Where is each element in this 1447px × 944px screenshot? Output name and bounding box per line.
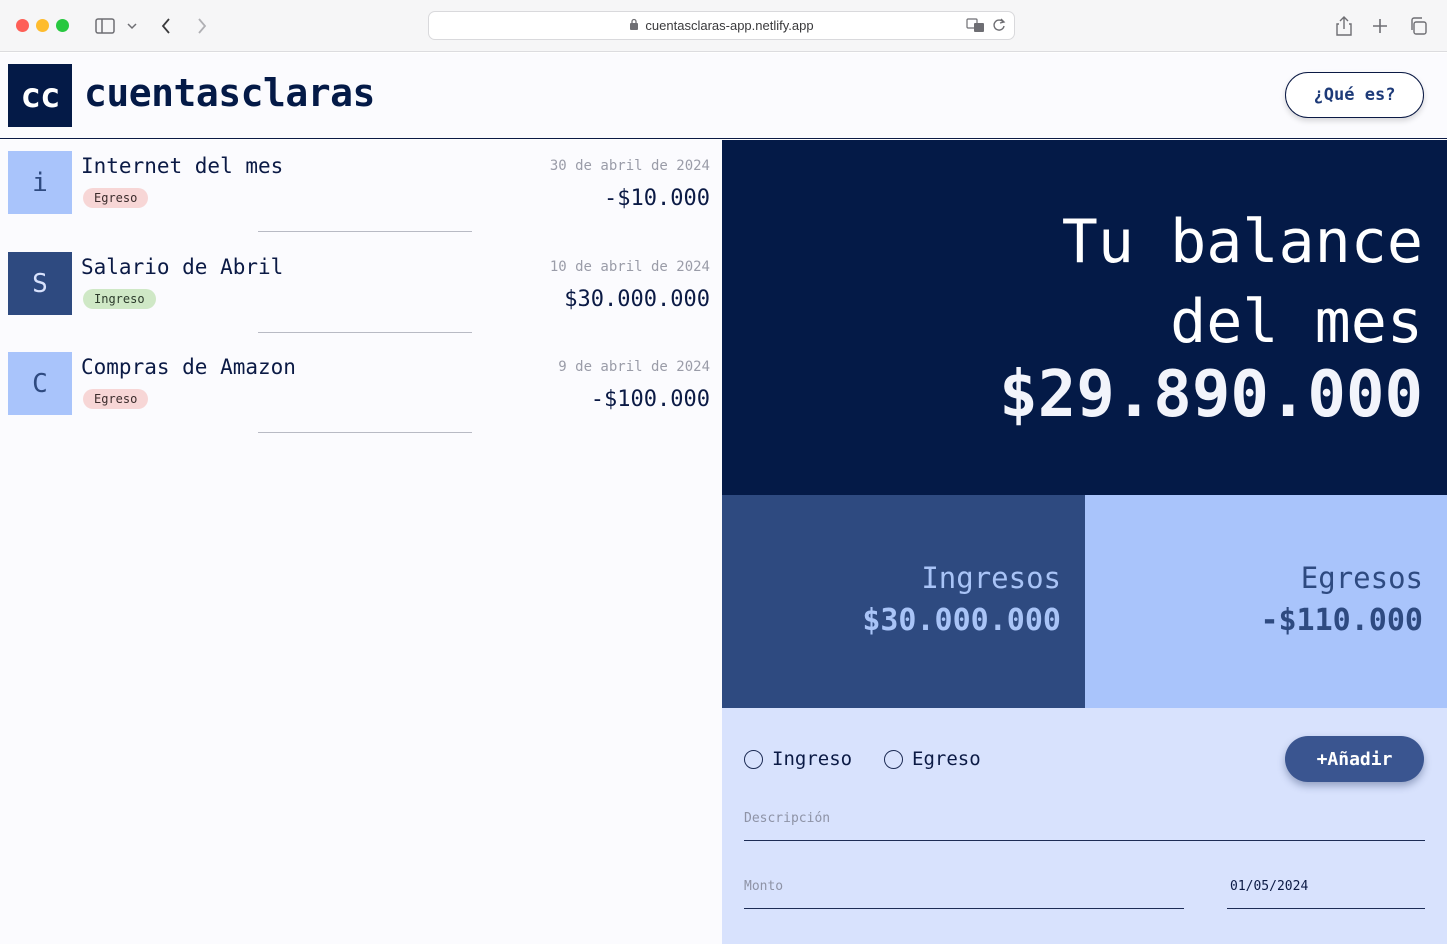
forward-arrow-icon[interactable] [190,14,214,38]
balance-amount: $29.890.000 [999,358,1423,432]
chevron-down-icon[interactable] [120,14,144,38]
transaction-description: Compras de Amazon [81,355,296,379]
date-field[interactable]: 01/05/2024 [1227,879,1425,909]
app-name: cuentasclaras [84,71,375,115]
sidebar-icon[interactable] [93,14,117,38]
app-header: cc cuentasclaras ¿Qué es? [0,53,1447,139]
back-arrow-icon[interactable] [154,14,178,38]
url-text: cuentasclaras-app.netlify.app [645,18,814,33]
divider [258,332,472,333]
transaction-description: Internet del mes [81,154,284,178]
amount-field[interactable]: Monto [744,879,1184,909]
expense-value: -$110.000 [1260,603,1423,638]
lock-icon [629,18,639,33]
transaction-amount: $30.000.000 [564,287,710,312]
tabs-overview-icon[interactable] [1406,14,1430,38]
what-is-button[interactable]: ¿Qué es? [1285,72,1424,118]
browser-toolbar: cuentasclaras-app.netlify.app [0,0,1447,52]
divider [258,231,472,232]
logo[interactable]: cc [8,64,72,127]
translate-icon[interactable] [966,17,986,36]
expense-label: Egresos [1300,561,1423,595]
address-bar[interactable]: cuentasclaras-app.netlify.app [428,11,1015,40]
list-item[interactable]: i Internet del mes Egreso 30 de abril de… [0,140,722,241]
new-tab-icon[interactable] [1368,14,1392,38]
type-badge: Egreso [83,188,149,208]
reload-icon[interactable] [992,17,1006,36]
transaction-date: 30 de abril de 2024 [549,158,710,174]
transaction-list: i Internet del mes Egreso 30 de abril de… [0,140,722,944]
avatar: i [8,151,72,214]
radio-income[interactable]: Ingreso [744,748,852,770]
radio-circle[interactable] [884,749,903,769]
avatar: C [8,352,72,415]
transaction-description: Salario de Abril [81,255,284,279]
balance-title-line2: del mes [1170,287,1423,357]
income-card: Ingresos $30.000.000 [722,495,1085,708]
transaction-amount: -$100.000 [590,387,710,412]
balance-panel: Tu balance del mes $29.890.000 [722,140,1447,495]
balance-title-line1: Tu balance [1061,207,1423,277]
close-window-button[interactable] [16,19,29,32]
avatar: S [8,252,72,315]
transaction-amount: -$10.000 [604,186,710,211]
radio-expense[interactable]: Egreso [884,748,981,770]
type-badge: Egreso [83,389,149,409]
list-item[interactable]: S Salario de Abril Ingreso 10 de abril d… [0,241,722,342]
radio-expense-label: Egreso [912,748,981,770]
transaction-date: 10 de abril de 2024 [549,259,710,275]
list-item[interactable]: C Compras de Amazon Egreso 9 de abril de… [0,341,722,442]
expense-card: Egresos -$110.000 [1085,495,1447,708]
type-badge: Ingreso [83,289,156,309]
income-value: $30.000.000 [862,603,1061,638]
transaction-date: 9 de abril de 2024 [558,359,710,375]
description-field[interactable]: Descripción [744,811,1425,841]
share-icon[interactable] [1332,14,1356,38]
income-label: Ingresos [921,561,1061,595]
minimize-window-button[interactable] [36,19,49,32]
add-button[interactable]: +Añadir [1285,736,1424,782]
balance-title: Tu balance del mes [1062,202,1423,362]
fullscreen-window-button[interactable] [56,19,69,32]
radio-income-label: Ingreso [772,748,853,770]
add-transaction-form: Ingreso Egreso +Añadir Descripción Monto… [722,708,1447,944]
divider [258,432,472,433]
radio-circle[interactable] [744,749,763,769]
